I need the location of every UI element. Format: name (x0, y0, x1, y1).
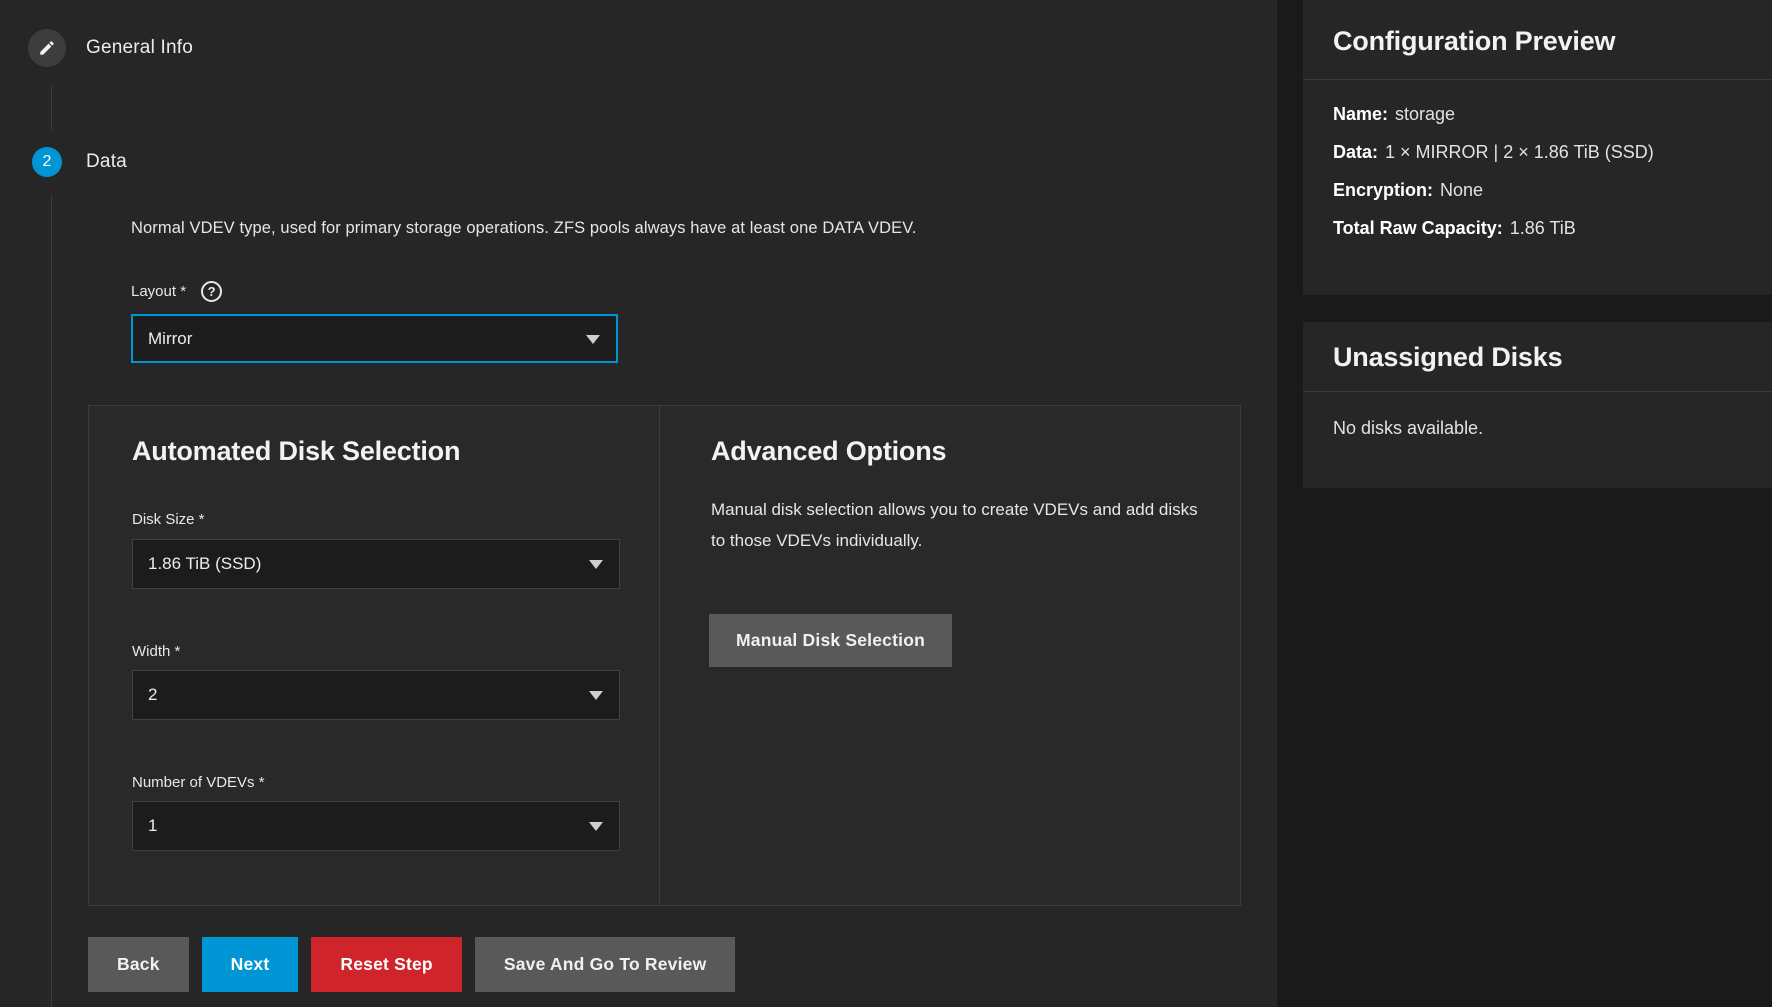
chevron-down-icon (589, 691, 603, 700)
advanced-options-title: Advanced Options (711, 436, 946, 467)
automated-disk-selection-section: Automated Disk Selection Disk Size * 1.8… (89, 406, 660, 905)
width-select[interactable]: 2 (132, 670, 620, 720)
layout-field-label-row: Layout * ? (131, 281, 222, 302)
width-select-value: 2 (133, 685, 157, 705)
layout-select[interactable]: Mirror (131, 314, 618, 363)
reset-step-button[interactable]: Reset Step (311, 937, 461, 992)
preview-row-encryption: Encryption: None (1333, 180, 1742, 201)
save-and-go-to-review-button[interactable]: Save And Go To Review (475, 937, 736, 992)
step-general-info[interactable]: General Info (28, 29, 193, 67)
configuration-preview-rows: Name: storage Data: 1 × MIRROR | 2 × 1.86 … (1303, 80, 1772, 239)
pool-creation-wizard: General Info 2 Data Normal VDEV type, us… (0, 0, 1772, 1007)
preview-row-total-raw-capacity: Total Raw Capacity: 1.86 TiB (1333, 218, 1742, 239)
step-data[interactable]: 2 Data (32, 147, 127, 177)
number-of-vdevs-select[interactable]: 1 (132, 801, 620, 851)
disk-selection-panel: Automated Disk Selection Disk Size * 1.8… (88, 405, 1241, 906)
vdev-description-text: Normal VDEV type, used for primary stora… (131, 219, 917, 238)
unassigned-disks-panel: Unassigned Disks No disks available. (1303, 322, 1772, 488)
layout-select-value: Mirror (133, 329, 192, 349)
preview-value: None (1440, 180, 1483, 200)
configuration-preview-title: Configuration Preview (1303, 0, 1772, 80)
stepper-connector-line (51, 85, 52, 131)
help-icon[interactable]: ? (201, 281, 222, 302)
next-button[interactable]: Next (202, 937, 299, 992)
layout-field-label: Layout * (131, 283, 186, 300)
disk-size-label: Disk Size * (132, 511, 205, 528)
preview-label: Data: (1333, 142, 1378, 162)
edit-step-indicator[interactable] (28, 29, 66, 67)
advanced-options-section: Advanced Options Manual disk selection a… (660, 406, 1240, 905)
preview-value: 1 × MIRROR | 2 × 1.86 TiB (SSD) (1385, 142, 1654, 162)
right-sidebar: Configuration Preview Name: storage Data:… (1277, 0, 1772, 1007)
unassigned-disks-empty-message: No disks available. (1303, 392, 1772, 439)
wizard-step-actions: Back Next Reset Step Save And Go To Revi… (88, 937, 735, 992)
preview-label: Encryption: (1333, 180, 1433, 200)
chevron-down-icon (586, 335, 600, 344)
automated-disk-selection-title: Automated Disk Selection (132, 436, 460, 467)
preview-row-data: Data: 1 × MIRROR | 2 × 1.86 TiB (SSD) (1333, 142, 1742, 163)
number-of-vdevs-select-value: 1 (133, 816, 157, 836)
disk-size-select[interactable]: 1.86 TiB (SSD) (132, 539, 620, 589)
chevron-down-icon (589, 560, 603, 569)
preview-label: Name: (1333, 104, 1388, 124)
unassigned-disks-title: Unassigned Disks (1303, 322, 1772, 392)
preview-value: 1.86 TiB (1510, 218, 1576, 238)
stepper-connector-line (51, 195, 52, 1007)
width-label: Width * (132, 643, 180, 660)
step-number-indicator[interactable]: 2 (32, 147, 62, 177)
step-label-general-info[interactable]: General Info (86, 37, 193, 59)
wizard-main-area: General Info 2 Data Normal VDEV type, us… (0, 0, 1277, 1007)
number-of-vdevs-label: Number of VDEVs * (132, 774, 265, 791)
preview-label: Total Raw Capacity: (1333, 218, 1503, 238)
preview-row-name: Name: storage (1333, 104, 1742, 125)
pencil-icon (38, 39, 56, 57)
step-label-data[interactable]: Data (86, 151, 127, 173)
preview-value: storage (1395, 104, 1455, 124)
step-number: 2 (43, 153, 52, 171)
chevron-down-icon (589, 822, 603, 831)
sidebar-panel-gap (1303, 295, 1772, 322)
manual-disk-selection-button[interactable]: Manual Disk Selection (709, 614, 952, 667)
advanced-options-description: Manual disk selection allows you to crea… (711, 494, 1203, 556)
configuration-preview-panel: Configuration Preview Name: storage Data:… (1303, 0, 1772, 295)
back-button[interactable]: Back (88, 937, 189, 992)
disk-size-select-value: 1.86 TiB (SSD) (133, 554, 261, 574)
